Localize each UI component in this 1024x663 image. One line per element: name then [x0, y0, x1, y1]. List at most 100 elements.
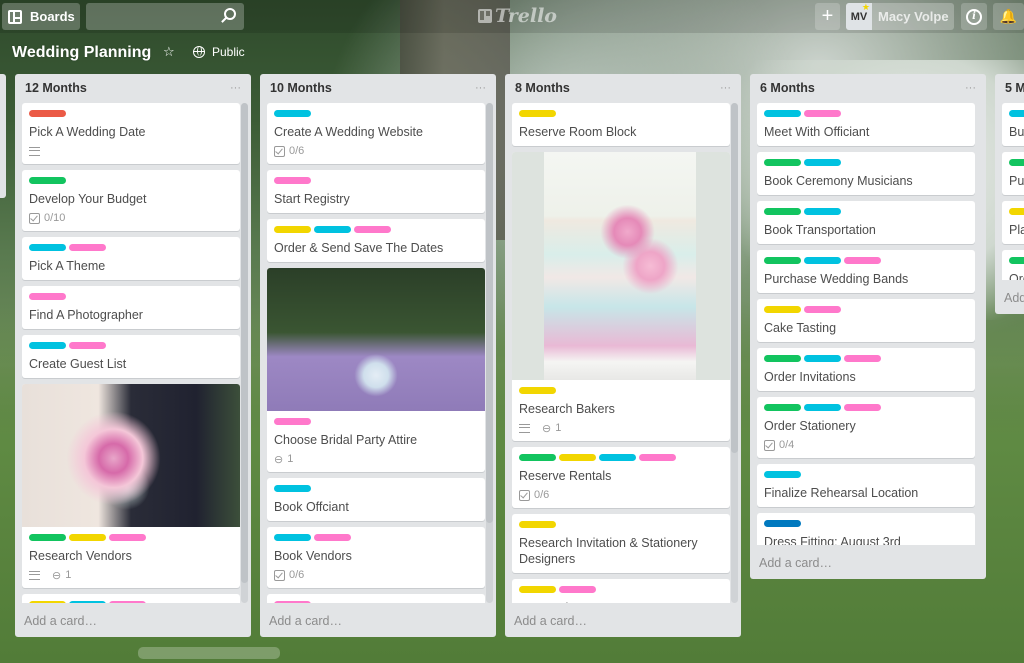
checklist-icon — [519, 489, 530, 501]
card-title: Reserve Rentals — [519, 469, 612, 483]
card[interactable]: Book Offciant — [267, 478, 485, 521]
card-labels — [274, 110, 478, 118]
card[interactable]: Pick A Theme — [22, 237, 240, 280]
card-labels — [764, 159, 968, 167]
card-cover-image-cake — [512, 152, 730, 380]
card[interactable]: Pla — [1002, 201, 1024, 244]
card-labels — [764, 306, 968, 314]
trello-logo[interactable]: Trello — [478, 5, 557, 27]
card-labels — [764, 208, 968, 216]
checklist-count: 0/6 — [289, 145, 305, 157]
card[interactable]: Meet With Officiant — [757, 103, 975, 146]
gold-star-icon: ★ — [861, 2, 870, 12]
card[interactable]: Pu — [1002, 152, 1024, 195]
label-cyan — [29, 244, 66, 251]
list-title[interactable]: 6 Months — [760, 81, 815, 95]
description-badge — [519, 423, 530, 433]
card-labels — [29, 534, 233, 542]
list-scrollbar-thumb[interactable] — [731, 103, 738, 453]
label-pink — [844, 355, 881, 362]
list-8-months: 8 Months ··· Reserve Room Block Research Ba… — [505, 74, 741, 637]
board-title[interactable]: Wedding Planning — [12, 44, 151, 62]
add-card-button[interactable]: Add a card… — [24, 614, 97, 628]
add-card-button[interactable]: Add — [1004, 291, 1024, 305]
description-badge — [29, 570, 40, 580]
card[interactable]: Bu — [1002, 103, 1024, 146]
card-cover-image-bridal — [267, 268, 485, 411]
add-card-button[interactable]: Add a card… — [269, 614, 342, 628]
list-menu-icon[interactable]: ··· — [720, 82, 731, 94]
label-pink — [804, 306, 841, 313]
card[interactable]: Choose Bridal Party Attire ⊘ 1 — [267, 268, 485, 472]
card-labels — [519, 387, 723, 395]
list-title[interactable]: 8 Months — [515, 81, 570, 95]
card[interactable]: Order Invitations — [757, 348, 975, 391]
card[interactable]: Order Stationery 0/4 — [757, 397, 975, 458]
card[interactable]: Book Vendors 0/6 — [267, 527, 485, 588]
card-badges: ⊘ 1 — [519, 421, 723, 436]
card-labels — [1009, 208, 1024, 216]
list-scrollbar[interactable] — [241, 103, 248, 603]
list-scrollbar[interactable] — [486, 103, 493, 603]
list-title[interactable]: 10 Months — [270, 81, 332, 95]
card[interactable]: Reserve Room Block — [512, 103, 730, 146]
card[interactable]: Book Ceremony Musicians — [757, 152, 975, 195]
list-menu-icon[interactable]: ··· — [965, 82, 976, 94]
card[interactable]: Book Transportation — [757, 201, 975, 244]
list-menu-icon[interactable]: ··· — [230, 82, 241, 94]
card[interactable]: Research Vendors ⊘ 1 — [22, 384, 240, 588]
card[interactable] — [22, 594, 240, 603]
card[interactable]: Create Guest List — [22, 335, 240, 378]
card-title: Research Invitation & Stationery Designe… — [519, 536, 698, 566]
card[interactable]: Create A Wedding Website 0/6 — [267, 103, 485, 164]
label-yellow — [1009, 208, 1024, 215]
card[interactable]: Purchase Wedding Bands — [757, 250, 975, 293]
user-menu-button[interactable]: MV ★ Macy Volpe — [846, 2, 954, 30]
star-icon[interactable]: ☆ — [163, 44, 175, 60]
info-button[interactable]: i — [961, 3, 987, 30]
card-badges: 0/10 — [29, 211, 233, 225]
card[interactable] — [267, 594, 485, 603]
visibility-button[interactable]: Public — [193, 45, 245, 59]
card[interactable]: Dress Fitting: August 3rd — [757, 513, 975, 545]
label-pink — [274, 418, 311, 425]
search-input[interactable] — [86, 3, 244, 30]
boards-button[interactable]: Boards — [2, 3, 80, 30]
card[interactable]: Find A Photographer — [22, 286, 240, 329]
label-green — [764, 355, 801, 362]
add-card-button[interactable]: Add a card… — [759, 556, 832, 570]
card[interactable]: Pick A Wedding Date — [22, 103, 240, 164]
label-green — [1009, 257, 1024, 264]
card[interactable]: Finalize Rehearsal Location — [757, 464, 975, 507]
card[interactable]: Order & Send Save The Dates — [267, 219, 485, 262]
notifications-button[interactable]: 🔔 — [993, 3, 1024, 30]
label-pink — [109, 601, 146, 603]
list-title[interactable]: 12 Months — [25, 81, 87, 95]
add-button[interactable]: + — [815, 3, 840, 30]
list-title[interactable]: 5 M — [1005, 81, 1024, 95]
list-header: 6 Months ··· — [750, 74, 986, 102]
card[interactable]: Develop Your Budget 0/10 — [22, 170, 240, 231]
list-scrollbar-thumb[interactable] — [486, 103, 493, 523]
list-menu-icon[interactable]: ··· — [475, 82, 486, 94]
card[interactable]: Ord — [1002, 250, 1024, 280]
card-title: Dress Fitting: August 3rd — [764, 535, 901, 545]
card[interactable]: Reserve Rentals 0/6 — [512, 447, 730, 508]
list-scrollbar[interactable] — [731, 103, 738, 603]
card[interactable]: Research Favors — [512, 579, 730, 603]
attachment-count: 1 — [287, 453, 294, 465]
card[interactable]: Research Invitation & Stationery Designe… — [512, 514, 730, 573]
label-pink — [109, 534, 146, 541]
label-pink — [354, 226, 391, 233]
add-card-button[interactable]: Add a card… — [514, 614, 587, 628]
label-yellow — [519, 586, 556, 593]
search-icon[interactable] — [224, 8, 236, 20]
visibility-label: Public — [212, 45, 245, 59]
horizontal-scrollbar[interactable] — [138, 647, 280, 659]
card[interactable]: Research Bakers ⊘ 1 — [512, 152, 730, 441]
card-labels — [29, 293, 233, 301]
card[interactable]: Start Registry — [267, 170, 485, 213]
list-offscreen-left — [0, 74, 6, 198]
list-scrollbar-thumb[interactable] — [241, 103, 248, 583]
card[interactable]: Cake Tasting — [757, 299, 975, 342]
